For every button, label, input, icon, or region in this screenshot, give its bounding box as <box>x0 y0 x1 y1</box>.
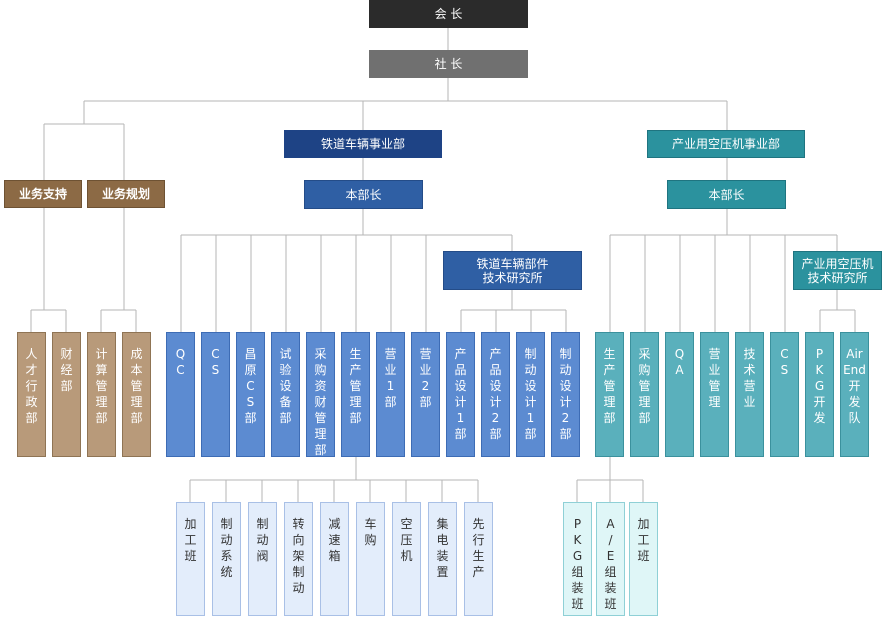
rail-team-bogie-brake[interactable]: 转 向 架 制 动 <box>284 502 313 616</box>
business-support-label: 业务支持 <box>18 187 67 201</box>
team-label: P K G 组 装 班 <box>571 517 584 611</box>
unit-label: Air End 开 发 队 <box>843 347 866 425</box>
rail-institute-box[interactable]: 铁道车辆部件 技术研究所 <box>443 251 582 290</box>
unit-label: 制 动 设 计 1 部 <box>524 347 537 441</box>
rail-team-pilot-production[interactable]: 先 行 生 产 <box>464 502 493 616</box>
rail-unit-sales-1[interactable]: 营 业 1 部 <box>376 332 405 457</box>
comp-unit-tech-sales[interactable]: 技 术 营 业 <box>735 332 764 457</box>
team-label: 减 速 箱 <box>328 517 341 563</box>
team-label: 空 压 机 <box>400 517 413 563</box>
rail-division-label: 铁道车辆事业部 <box>320 137 405 151</box>
comp-team-machining[interactable]: 加 工 班 <box>629 502 658 616</box>
unit-label: 采 购 管 理 部 <box>638 347 651 425</box>
compressor-division-box[interactable]: 产业用空压机事业部 <box>647 130 805 158</box>
rail-unit-production[interactable]: 生 产 管 理 部 <box>341 332 370 457</box>
comp-inst-airend-team[interactable]: Air End 开 发 队 <box>840 332 869 457</box>
compressor-head-box[interactable]: 本部长 <box>667 180 786 209</box>
unit-label: C S <box>780 347 789 377</box>
rail-team-brake-system[interactable]: 制 动 系 统 <box>212 502 241 616</box>
rail-team-gearbox[interactable]: 减 速 箱 <box>320 502 349 616</box>
rail-team-vehicle-purchase[interactable]: 车 购 <box>356 502 385 616</box>
rail-head-box[interactable]: 本部长 <box>304 180 423 209</box>
team-label: 车 购 <box>364 517 377 547</box>
team-label: A / E 组 装 班 <box>604 517 617 611</box>
rail-unit-changwon-cs[interactable]: 昌 原 C S 部 <box>236 332 265 457</box>
unit-label: 制 动 设 计 2 部 <box>559 347 572 441</box>
unit-label: 产 品 设 计 2 部 <box>489 347 502 441</box>
chairman-label: 会 长 <box>434 7 463 21</box>
team-label: 转 向 架 制 动 <box>292 517 305 595</box>
rail-inst-brake-design-2[interactable]: 制 动 设 计 2 部 <box>551 332 580 457</box>
rail-team-air-compressor[interactable]: 空 压 机 <box>392 502 421 616</box>
compressor-head-label: 本部长 <box>708 187 745 202</box>
unit-cost-management[interactable]: 成 本 管 理 部 <box>122 332 151 457</box>
unit-label: 生 产 管 理 部 <box>349 347 362 425</box>
unit-label: Q C <box>175 347 186 377</box>
compressor-institute-label: 产业用空压机 技术研究所 <box>801 256 874 285</box>
rail-unit-purchasing[interactable]: 采 购 资 财 管 理 部 <box>306 332 335 457</box>
rail-team-machining[interactable]: 加 工 班 <box>176 502 205 616</box>
comp-unit-qa[interactable]: Q A <box>665 332 694 457</box>
unit-label: 产 品 设 计 1 部 <box>454 347 467 441</box>
team-label: 制 动 系 统 <box>220 517 233 579</box>
comp-unit-sales-management[interactable]: 营 业 管 理 <box>700 332 729 457</box>
unit-label: 成 本 管 理 部 <box>130 347 143 425</box>
rail-unit-qc[interactable]: Q C <box>166 332 195 457</box>
comp-inst-pkg-development[interactable]: P K G 开 发 <box>805 332 834 457</box>
rail-unit-sales-2[interactable]: 营 业 2 部 <box>411 332 440 457</box>
comp-team-ae-assembly[interactable]: A / E 组 装 班 <box>596 502 625 616</box>
team-label: 制 动 阀 <box>256 517 269 563</box>
business-planning-box[interactable]: 业务规划 <box>87 180 165 208</box>
unit-label: 营 业 管 理 <box>708 347 721 409</box>
team-label: 集 电 装 置 <box>436 517 449 579</box>
chairman-box[interactable]: 会 长 <box>369 0 528 28</box>
unit-label: C S <box>211 347 220 377</box>
unit-label: 采 购 资 财 管 理 部 <box>314 347 327 457</box>
comp-unit-production[interactable]: 生 产 管 理 部 <box>595 332 624 457</box>
rail-division-box[interactable]: 铁道车辆事业部 <box>284 130 442 158</box>
unit-label: 试 验 设 备 部 <box>279 347 292 425</box>
unit-label: 营 业 2 部 <box>419 347 432 409</box>
unit-label: 财 经 部 <box>60 347 73 393</box>
comp-unit-purchasing[interactable]: 采 购 管 理 部 <box>630 332 659 457</box>
president-label: 社 长 <box>434 57 463 71</box>
unit-label: 昌 原 C S 部 <box>244 347 257 425</box>
unit-label: P K G 开 发 <box>813 347 826 425</box>
unit-label: Q A <box>674 347 685 377</box>
rail-unit-cs[interactable]: C S <box>201 332 230 457</box>
unit-label: 生 产 管 理 部 <box>603 347 616 425</box>
unit-label: 计 算 管 理 部 <box>95 347 108 425</box>
unit-label: 营 业 1 部 <box>384 347 397 409</box>
unit-calc-management[interactable]: 计 算 管 理 部 <box>87 332 116 457</box>
compressor-institute-box[interactable]: 产业用空压机 技术研究所 <box>793 251 882 290</box>
team-label: 先 行 生 产 <box>472 517 485 579</box>
comp-team-pkg-assembly[interactable]: P K G 组 装 班 <box>563 502 592 616</box>
rail-inst-brake-design-1[interactable]: 制 动 设 计 1 部 <box>516 332 545 457</box>
rail-inst-product-design-2[interactable]: 产 品 设 计 2 部 <box>481 332 510 457</box>
team-label: 加 工 班 <box>184 517 197 563</box>
business-planning-label: 业务规划 <box>101 187 150 201</box>
rail-inst-product-design-1[interactable]: 产 品 设 计 1 部 <box>446 332 475 457</box>
business-support-box[interactable]: 业务支持 <box>4 180 82 208</box>
unit-label: 技 术 营 业 <box>743 347 756 409</box>
unit-hr-admin[interactable]: 人 才 行 政 部 <box>17 332 46 457</box>
compressor-division-label: 产业用空压机事业部 <box>671 137 780 151</box>
rail-head-label: 本部长 <box>345 187 382 202</box>
rail-unit-test-equipment[interactable]: 试 验 设 备 部 <box>271 332 300 457</box>
team-label: 加 工 班 <box>637 517 650 563</box>
unit-finance[interactable]: 财 经 部 <box>52 332 81 457</box>
rail-institute-label: 铁道车辆部件 技术研究所 <box>476 256 549 285</box>
rail-team-brake-valve[interactable]: 制 动 阀 <box>248 502 277 616</box>
president-box[interactable]: 社 长 <box>369 50 528 78</box>
unit-label: 人 才 行 政 部 <box>25 347 38 425</box>
rail-team-current-collector[interactable]: 集 电 装 置 <box>428 502 457 616</box>
comp-unit-cs[interactable]: C S <box>770 332 799 457</box>
